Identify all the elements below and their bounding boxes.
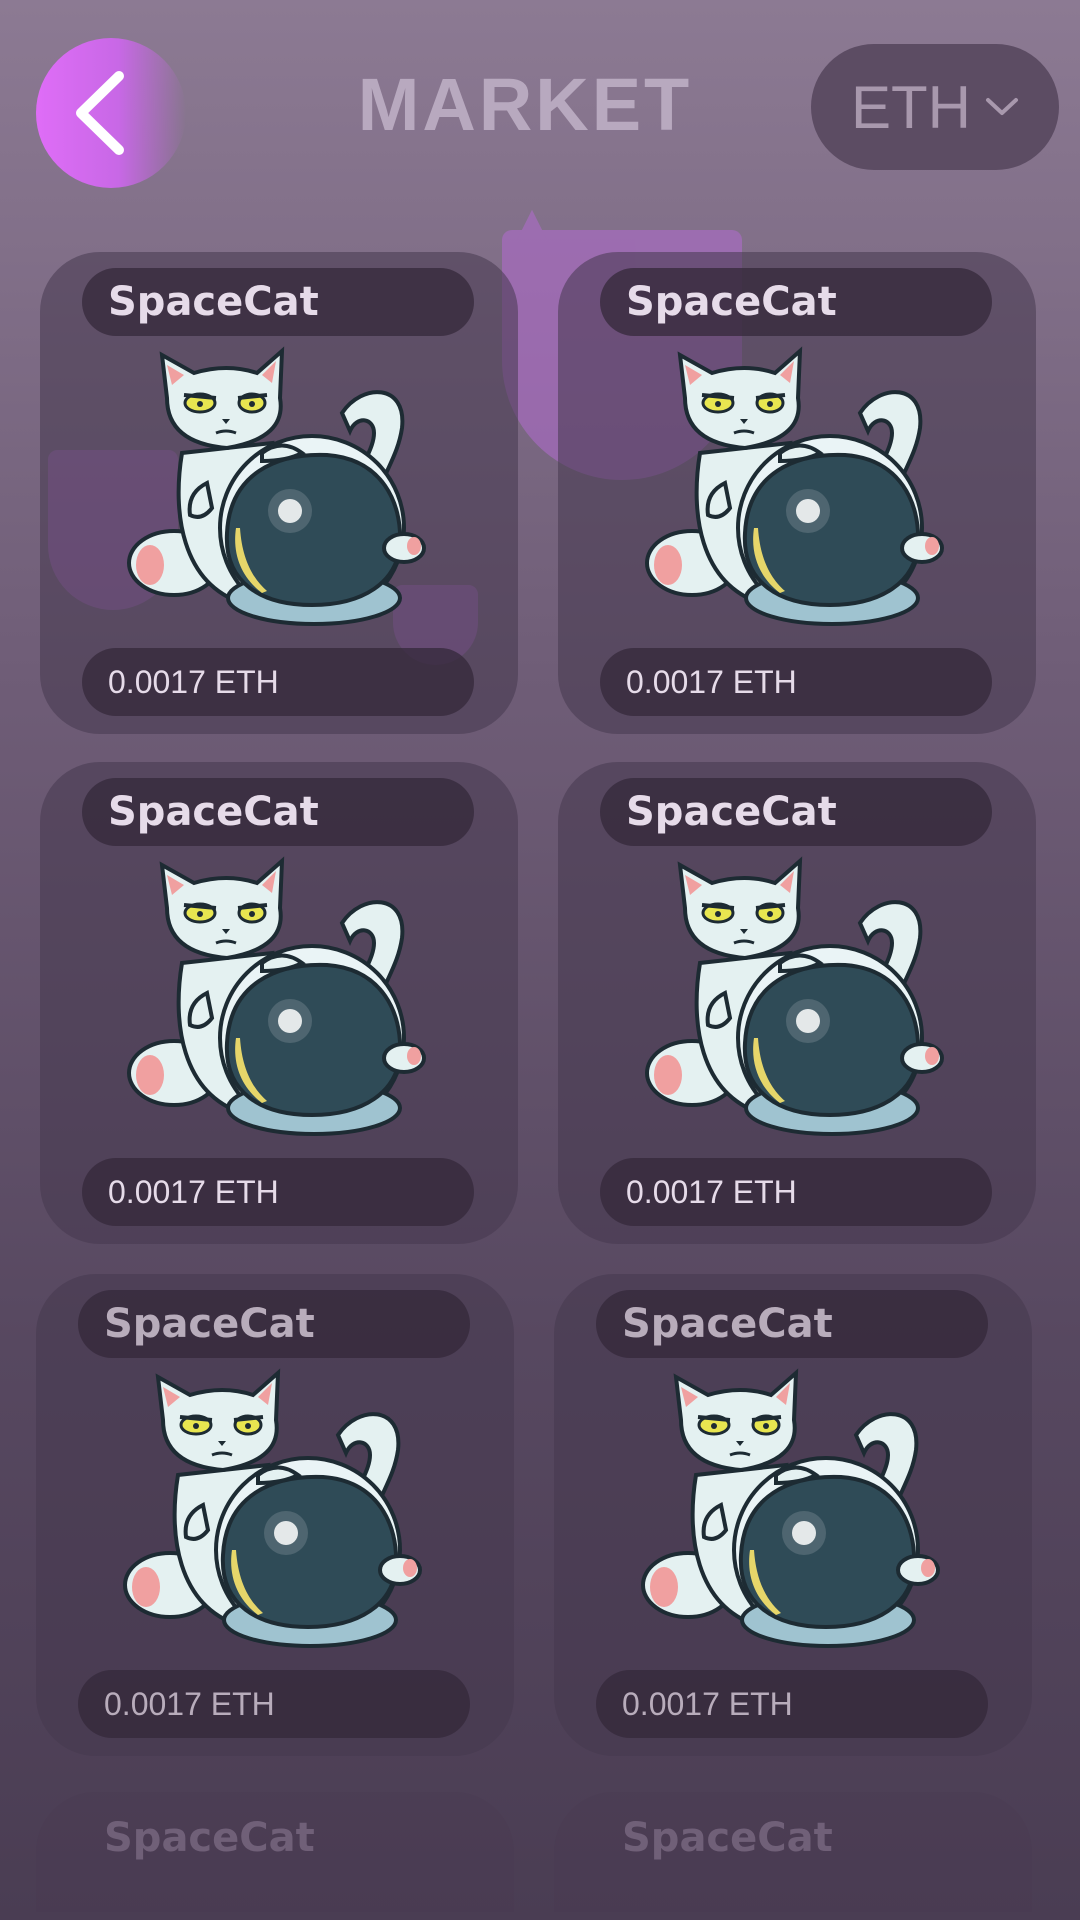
currency-label: ETH [851, 73, 971, 141]
nft-card-partial[interactable]: SpaceCat [36, 1792, 514, 1912]
card-price: 0.0017 ETH [600, 1158, 992, 1226]
nft-card[interactable]: SpaceCat 0.0017 ETH [558, 252, 1036, 734]
card-price: 0.0017 ETH [600, 648, 992, 716]
card-price: 0.0017 ETH [78, 1670, 470, 1738]
spacecat-image [123, 1371, 422, 1648]
nft-card-partial[interactable]: SpaceCat [554, 1792, 1032, 1912]
market-grid: SpaceCat 0.0017 ETH SpaceCat 0.0017 ETH … [0, 250, 1080, 1920]
card-name: SpaceCat [104, 1815, 315, 1861]
spacecat-image [641, 1371, 940, 1648]
spacecat-image [645, 349, 944, 626]
page-title: MARKET [357, 63, 693, 146]
card-name: SpaceCat [82, 778, 474, 846]
card-name: SpaceCat [622, 1815, 833, 1861]
back-button[interactable] [36, 38, 186, 188]
spacecat-image [127, 859, 426, 1136]
card-name: SpaceCat [82, 268, 474, 336]
card-name: SpaceCat [78, 1290, 470, 1358]
card-name: SpaceCat [600, 778, 992, 846]
spacecat-image [127, 349, 426, 626]
chevron-down-icon [986, 98, 1018, 115]
nft-card[interactable]: SpaceCat 0.0017 ETH [558, 762, 1036, 1244]
card-name: SpaceCat [600, 268, 992, 336]
card-price: 0.0017 ETH [596, 1670, 988, 1738]
card-price: 0.0017 ETH [82, 1158, 474, 1226]
nft-card[interactable]: SpaceCat 0.0017 ETH [40, 762, 518, 1244]
currency-selector[interactable]: ETH [811, 44, 1059, 170]
card-name: SpaceCat [596, 1290, 988, 1358]
card-price: 0.0017 ETH [82, 648, 474, 716]
chevron-left-icon [76, 71, 124, 155]
nft-card[interactable]: SpaceCat 0.0017 ETH [36, 1274, 514, 1756]
nft-card[interactable]: SpaceCat 0.0017 ETH [40, 252, 518, 734]
spacecat-image [645, 859, 944, 1136]
header: MARKET ETH [0, 0, 1080, 220]
nft-card[interactable]: SpaceCat 0.0017 ETH [554, 1274, 1032, 1756]
